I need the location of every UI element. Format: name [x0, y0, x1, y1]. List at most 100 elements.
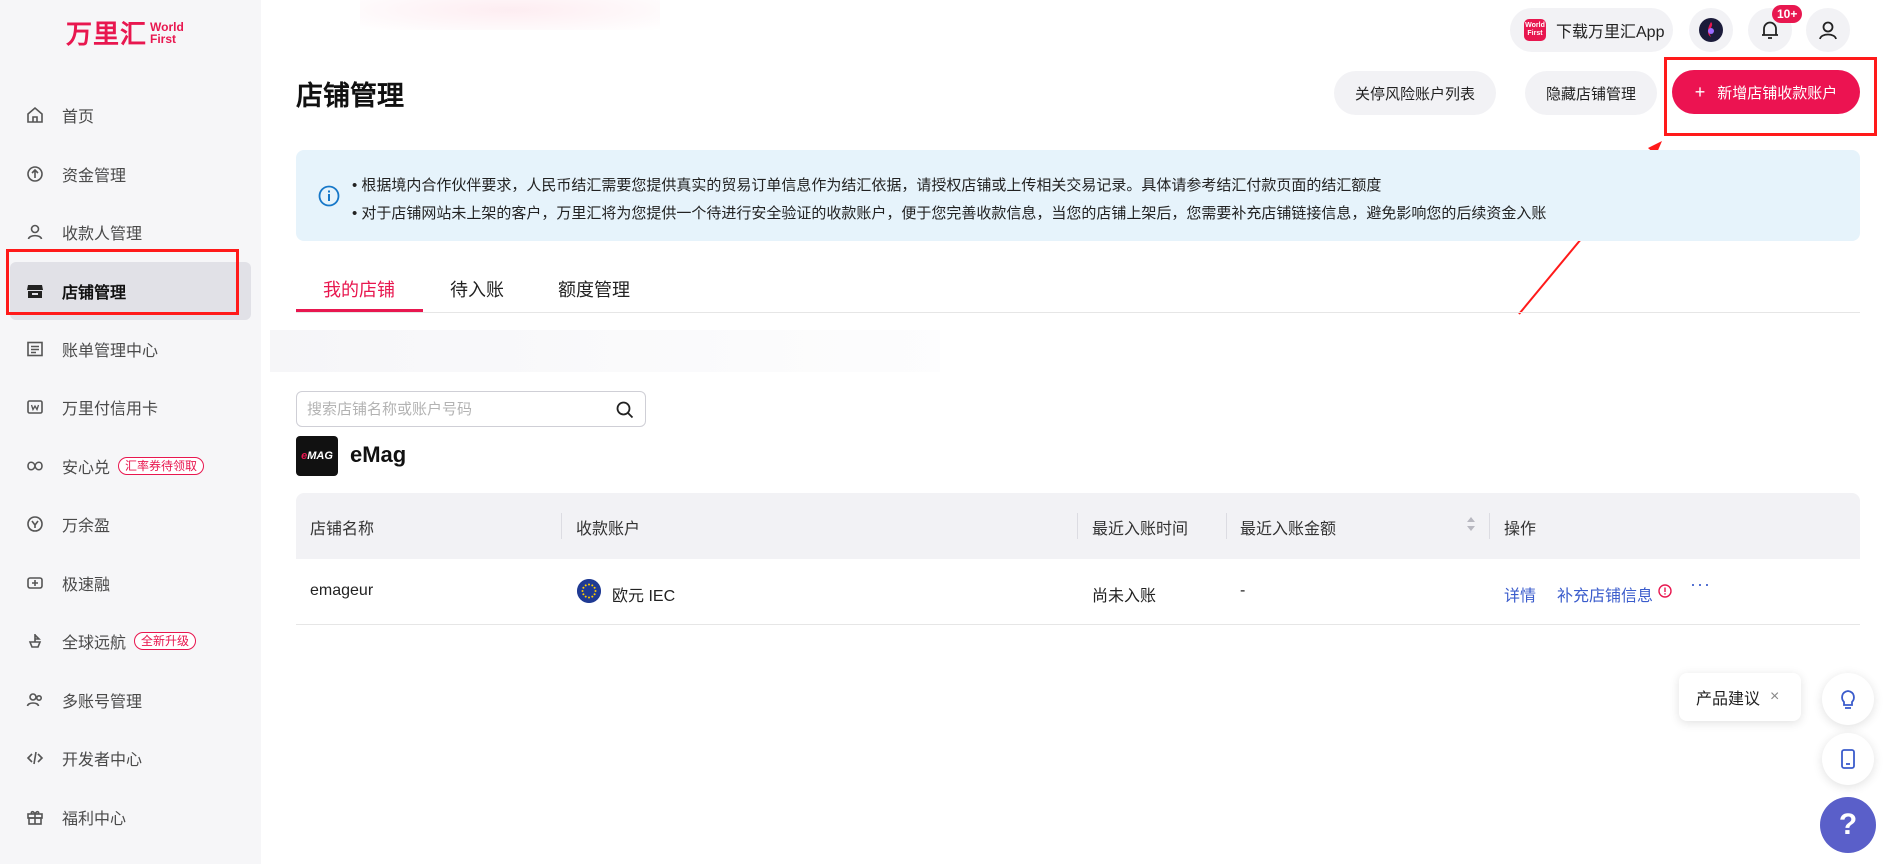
sidebar-item-label: 开发者中心	[62, 752, 143, 770]
mobile-app-button[interactable]	[1822, 733, 1874, 785]
voyage-icon	[26, 632, 44, 650]
warning-icon	[1658, 584, 1672, 598]
tab-bar: 我的店铺 待入账 额度管理	[296, 268, 1860, 313]
brand-name-en: World First	[150, 21, 184, 45]
sidebar-item-funds[interactable]: 资金管理	[0, 145, 261, 204]
multi-account-icon	[26, 691, 44, 709]
brand-name-cn: 万里汇	[66, 20, 148, 50]
sidebar-item-benefits[interactable]: 福利中心	[0, 788, 261, 847]
tab-my-stores[interactable]: 我的店铺	[323, 276, 395, 302]
sidebar-item-credit-card[interactable]: 万里付信用卡	[0, 378, 261, 437]
store-name: eMag	[350, 442, 407, 467]
column-header: 操作	[1504, 521, 1537, 538]
column-divider	[1077, 513, 1078, 539]
notification-badge: 10+	[1772, 5, 1803, 23]
page-title: 店铺管理	[296, 81, 404, 111]
sidebar-item-label: 极速融	[62, 576, 111, 594]
column-header: 最近入账金额	[1240, 521, 1337, 538]
home-icon	[26, 106, 44, 124]
loading-placeholder	[270, 330, 940, 372]
info-notice: • 根据境内合作伙伴要求，人民币结汇需要您提供真实的贸易订单信息作为结汇依据，请…	[296, 150, 1860, 241]
sidebar-item-home[interactable]: 首页	[0, 86, 261, 145]
annotation-arrow	[1518, 141, 1662, 315]
column-header: 收款账户	[576, 521, 641, 538]
promo-tag: 全新升级	[134, 632, 197, 651]
sidebar-item-financing[interactable]: 极速融	[0, 554, 261, 613]
search-input[interactable]	[307, 400, 607, 418]
brand-name-en-line2: First	[150, 31, 177, 46]
avatar-button[interactable]	[1689, 8, 1733, 52]
cell-last-time: 尚未入账	[1092, 588, 1157, 605]
tab-quota[interactable]: 额度管理	[558, 276, 630, 302]
search-box	[296, 391, 646, 427]
sidebar-nav: 首页 资金管理 收款人管理 店铺管理 账单管理中心 万里付信用卡 安心兑 汇率券…	[0, 86, 261, 846]
info-icon	[318, 185, 340, 207]
bill-icon	[26, 340, 44, 358]
card-icon	[26, 398, 44, 416]
avatar-icon	[1699, 18, 1723, 42]
promo-tag: 汇率券待领取	[118, 456, 205, 475]
detail-link[interactable]: 详情	[1504, 582, 1536, 606]
notice-text: • 根据境内合作伙伴要求，人民币结汇需要您提供真实的贸易订单信息作为结汇依据，请…	[352, 172, 1546, 228]
app-icon-text-2: First	[1527, 30, 1543, 37]
sidebar-item-voyage[interactable]: 全球远航 全新升级	[0, 612, 261, 671]
column-divider	[561, 513, 562, 539]
developer-icon	[26, 749, 44, 767]
sidebar-item-label: 首页	[62, 109, 95, 127]
product-suggestion-label: 产品建议	[1696, 691, 1761, 708]
sidebar-item-bills[interactable]: 账单管理中心	[0, 320, 261, 379]
store-accounts-table: 店铺名称 收款账户 最近入账时间 最近入账金额 操作 emageur 欧元 IE…	[296, 493, 1860, 625]
column-divider	[1226, 513, 1227, 539]
mobile-icon	[1841, 749, 1855, 769]
download-app-button[interactable]: World First 下载万里汇App	[1510, 8, 1673, 52]
lightbulb-icon	[1841, 690, 1855, 709]
sidebar-item-label: 收款人管理	[62, 226, 143, 244]
cell-last-amount: -	[1240, 582, 1246, 599]
search-icon[interactable]	[615, 400, 635, 420]
close-icon[interactable]: ×	[1770, 688, 1779, 706]
app-icon-text-1: World	[1525, 22, 1545, 29]
sort-icon[interactable]	[1466, 515, 1476, 533]
app-icon: World First	[1524, 19, 1546, 41]
gift-icon	[26, 808, 44, 826]
store-logo: e MAG	[296, 436, 338, 476]
suggestion-button[interactable]	[1822, 673, 1874, 725]
sidebar-item-multi-account[interactable]: 多账号管理	[0, 671, 261, 730]
supplement-store-info-link[interactable]: 补充店铺信息	[1557, 582, 1653, 606]
column-header: 店铺名称	[310, 521, 375, 538]
help-button[interactable]: ?	[1820, 797, 1876, 853]
active-tab-indicator	[296, 309, 423, 312]
payee-icon	[26, 223, 44, 241]
fund-icon	[26, 165, 44, 183]
notice-line: • 根据境内合作伙伴要求，人民币结汇需要您提供真实的贸易订单信息作为结汇依据，请…	[352, 177, 1382, 194]
product-suggestion-popup[interactable]: 产品建议 ×	[1679, 673, 1801, 721]
brand-logo[interactable]: 万里汇 World First	[66, 14, 184, 51]
sidebar-item-yield[interactable]: 万余盈	[0, 495, 261, 554]
sidebar-item-label: 账单管理中心	[62, 342, 159, 360]
sidebar-item-label: 福利中心	[62, 810, 127, 828]
user-icon	[1819, 21, 1837, 40]
store-logo-rest: MAG	[307, 450, 333, 462]
highlight-box-sidebar	[6, 249, 239, 315]
notice-line: • 对于店铺网站未上架的客户，万里汇将为您提供一个待进行安全验证的收款账户，便于…	[352, 205, 1547, 222]
close-risk-accounts-button[interactable]: 关停风险账户列表	[1334, 71, 1496, 115]
sidebar-item-exchange[interactable]: 安心兑 汇率券待领取	[0, 437, 261, 496]
exchange-icon	[26, 457, 44, 475]
more-actions-button[interactable]: ···	[1690, 574, 1711, 595]
eu-flag-icon	[577, 579, 601, 603]
highlight-box-add-button	[1664, 57, 1877, 136]
tab-pending[interactable]: 待入账	[450, 276, 504, 302]
table-header: 店铺名称 收款账户 最近入账时间 最近入账金额 操作	[296, 493, 1860, 559]
hide-store-button[interactable]: 隐藏店铺管理	[1525, 71, 1657, 115]
finance-icon	[26, 574, 44, 592]
table-row: emageur 欧元 IEC 尚未入账 - 详情 补充店铺信息 ···	[296, 559, 1860, 625]
decorative-blob	[360, 0, 660, 30]
cell-store-name: emageur	[310, 582, 374, 599]
user-menu-button[interactable]	[1806, 8, 1850, 52]
sidebar-item-label: 万余盈	[62, 518, 111, 536]
sidebar-item-developer[interactable]: 开发者中心	[0, 729, 261, 788]
sidebar-item-label: 万里付信用卡	[62, 401, 159, 419]
sidebar-item-label: 多账号管理	[62, 693, 143, 711]
column-divider	[1489, 513, 1490, 539]
sidebar: 万里汇 World First 首页 资金管理 收款人管理 店铺管理 账单管理中…	[0, 0, 261, 864]
